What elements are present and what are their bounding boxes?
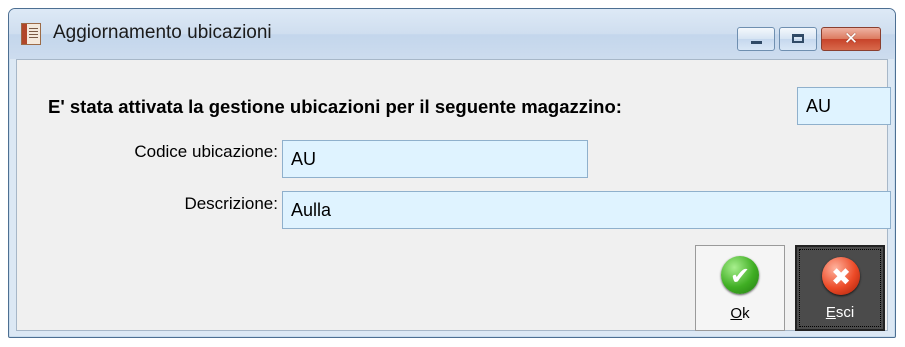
maximize-icon [792,34,804,43]
ok-label-rest: k [742,305,750,322]
minimize-button[interactable] [737,27,775,51]
esci-button[interactable]: ✖ Esci [795,245,885,331]
descrizione-field[interactable]: Aulla [282,191,891,229]
dialog-body: E' stata attivata la gestione ubicazioni… [16,59,891,331]
magazzino-field[interactable]: AU [797,87,891,125]
close-button[interactable]: ✕ [821,27,881,51]
check-glyph: ✔ [729,262,751,290]
maximize-button[interactable] [779,27,817,51]
codice-ubicazione-label: Codice ubicazione: [134,142,278,161]
title-bar[interactable]: Aggiornamento ubicazioni ✕ [9,9,895,59]
ok-mnemonic: O [730,305,743,322]
descrizione-label: Descrizione: [184,194,278,213]
ok-button[interactable]: ✔ Ok [695,245,785,331]
document-app-icon[interactable] [21,23,41,45]
esci-mnemonic: E [825,304,836,321]
x-glyph: ✖ [830,263,852,291]
minimize-icon [751,41,762,44]
esci-button-label: Esci [797,304,883,321]
x-icon: ✖ [822,257,860,295]
close-icon: ✕ [843,29,859,49]
window-title: Aggiornamento ubicazioni [53,22,272,43]
check-icon: ✔ [721,256,759,294]
codice-ubicazione-field[interactable]: AU [282,140,588,178]
dialog-window: Aggiornamento ubicazioni ✕ E' stata atti… [8,8,896,338]
message-label: E' stata attivata la gestione ubicazioni… [48,96,622,117]
ok-button-label: Ok [696,305,784,322]
esci-label-rest: sci [835,304,855,321]
